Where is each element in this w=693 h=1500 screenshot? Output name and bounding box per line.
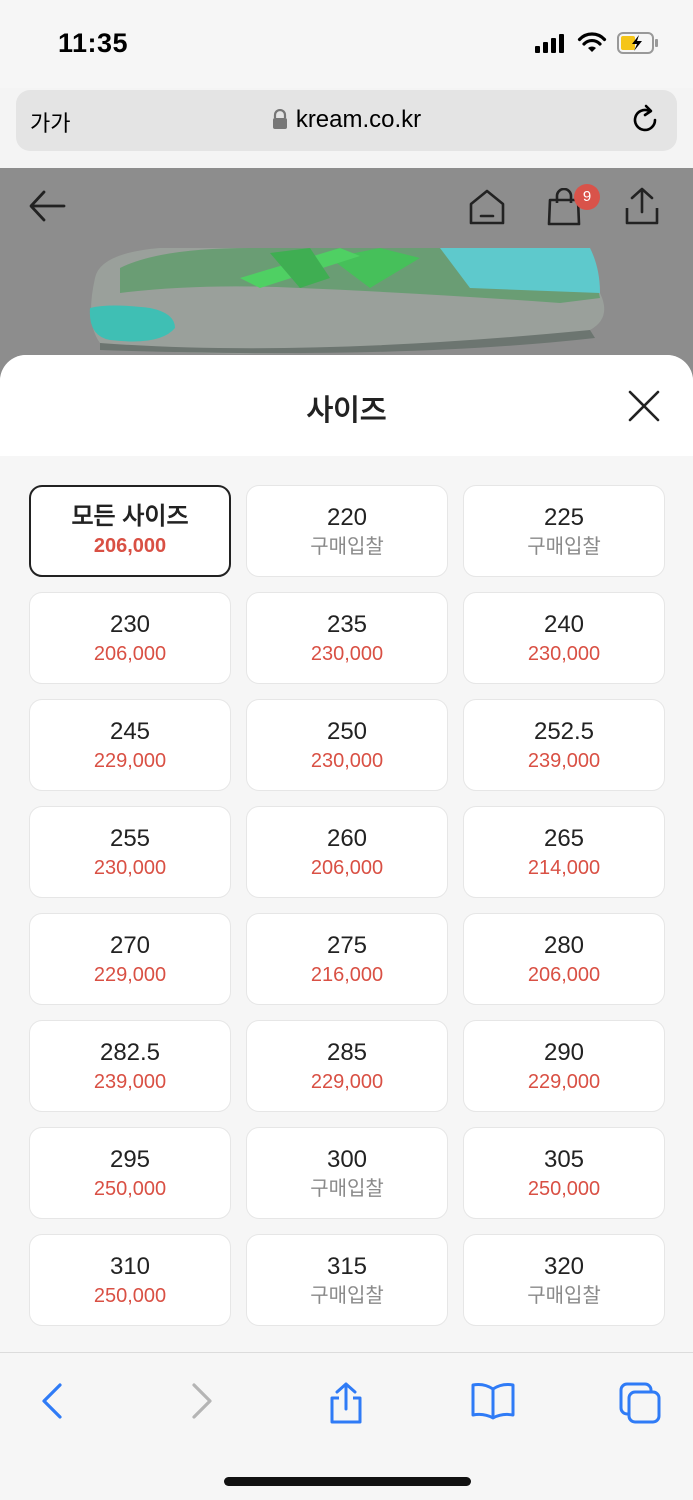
- size-price: 214,000: [527, 857, 601, 879]
- size-option[interactable]: 235 230,000: [246, 592, 448, 684]
- size-label: 280: [543, 932, 585, 959]
- size-grid: 모든 사이즈 206,000 220 구매입찰 225 구매입찰 230 206,000 235…: [29, 485, 665, 1326]
- browser-forward-icon[interactable]: [188, 1381, 216, 1421]
- size-label: 245: [109, 718, 151, 745]
- size-option[interactable]: 245 229,000: [29, 699, 231, 791]
- size-label: 285: [326, 1039, 368, 1066]
- size-option[interactable]: 305 250,000: [463, 1127, 665, 1219]
- size-price: 216,000: [310, 964, 384, 986]
- size-label: 230: [109, 611, 151, 638]
- home-indicator: [224, 1477, 471, 1486]
- size-label: 252.5: [533, 718, 595, 745]
- size-option[interactable]: 300 구매입찰: [246, 1127, 448, 1219]
- size-price: 229,000: [527, 1071, 601, 1093]
- size-label: 315: [326, 1253, 368, 1280]
- size-price: 206,000: [310, 857, 384, 879]
- size-price: 250,000: [93, 1285, 167, 1307]
- size-option[interactable]: 225 구매입찰: [463, 485, 665, 577]
- size-label: 290: [543, 1039, 585, 1066]
- size-label: 225: [543, 504, 585, 531]
- size-price: 230,000: [310, 643, 384, 665]
- bid-label: 구매입찰: [310, 536, 384, 558]
- size-label: 300: [326, 1146, 368, 1173]
- close-icon[interactable]: [627, 389, 661, 423]
- size-label: 275: [326, 932, 368, 959]
- size-price: 230,000: [310, 750, 384, 772]
- size-label: 265: [543, 825, 585, 852]
- size-option[interactable]: 290 229,000: [463, 1020, 665, 1112]
- size-price: 250,000: [93, 1178, 167, 1200]
- size-price: 229,000: [93, 964, 167, 986]
- size-price: 229,000: [93, 750, 167, 772]
- reload-icon[interactable]: [629, 104, 661, 136]
- size-option[interactable]: 285 229,000: [246, 1020, 448, 1112]
- url-bar[interactable]: 가가 kream.co.kr: [16, 90, 677, 151]
- status-icons: [535, 32, 659, 54]
- size-label: 320: [543, 1253, 585, 1280]
- size-option[interactable]: 310 250,000: [29, 1234, 231, 1326]
- sheet-header: 사이즈: [0, 355, 693, 456]
- home-icon[interactable]: [468, 188, 506, 226]
- size-price: 229,000: [310, 1071, 384, 1093]
- tabs-icon[interactable]: [618, 1381, 662, 1425]
- size-price: 239,000: [527, 750, 601, 772]
- size-label: 270: [109, 932, 151, 959]
- bid-label: 구매입찰: [527, 1285, 601, 1307]
- size-price: 230,000: [93, 857, 167, 879]
- size-option[interactable]: 260 206,000: [246, 806, 448, 898]
- lock-icon: [272, 109, 287, 129]
- size-price: 250,000: [527, 1178, 601, 1200]
- size-option[interactable]: 240 230,000: [463, 592, 665, 684]
- cart-count-badge: 9: [574, 184, 600, 210]
- size-label: 295: [109, 1146, 151, 1173]
- size-option[interactable]: 220 구매입찰: [246, 485, 448, 577]
- size-label: 282.5: [99, 1039, 161, 1066]
- url-display[interactable]: kream.co.kr: [16, 106, 677, 134]
- browser-back-icon[interactable]: [38, 1381, 66, 1421]
- size-label: 220: [326, 504, 368, 531]
- size-option[interactable]: 320 구매입찰: [463, 1234, 665, 1326]
- browser-share-icon[interactable]: [328, 1381, 364, 1425]
- size-price: 230,000: [527, 643, 601, 665]
- size-option[interactable]: 280 206,000: [463, 913, 665, 1005]
- back-arrow-icon[interactable]: [28, 186, 66, 226]
- product-image: [89, 248, 605, 354]
- size-option[interactable]: 295 250,000: [29, 1127, 231, 1219]
- share-icon[interactable]: [624, 186, 660, 226]
- size-option[interactable]: 275 216,000: [246, 913, 448, 1005]
- size-label: 250: [326, 718, 368, 745]
- size-label: 235: [326, 611, 368, 638]
- size-label: 모든 사이즈: [71, 503, 189, 530]
- status-bar: 11:35: [0, 0, 693, 88]
- size-label: 305: [543, 1146, 585, 1173]
- bid-label: 구매입찰: [310, 1285, 384, 1307]
- size-option[interactable]: 255 230,000: [29, 806, 231, 898]
- size-label: 255: [109, 825, 151, 852]
- size-label: 240: [543, 611, 585, 638]
- size-option[interactable]: 250 230,000: [246, 699, 448, 791]
- size-option[interactable]: 265 214,000: [463, 806, 665, 898]
- size-label: 260: [326, 825, 368, 852]
- signal-icon: [535, 34, 564, 53]
- status-time: 11:35: [58, 28, 129, 58]
- sheet-title: 사이즈: [306, 395, 387, 427]
- url-text: kream.co.kr: [295, 106, 422, 133]
- size-price: 206,000: [93, 643, 167, 665]
- size-option[interactable]: 270 229,000: [29, 913, 231, 1005]
- size-option[interactable]: 252.5 239,000: [463, 699, 665, 791]
- size-option[interactable]: 315 구매입찰: [246, 1234, 448, 1326]
- bookmarks-icon[interactable]: [470, 1381, 516, 1421]
- size-bottom-sheet: 사이즈 모든 사이즈 206,000 220 구매입찰 225 구매입찰 230 206,00…: [0, 355, 693, 1355]
- battery-icon: [617, 32, 658, 54]
- size-price: 206,000: [527, 964, 601, 986]
- size-price: 239,000: [93, 1071, 167, 1093]
- size-price: 206,000: [93, 535, 167, 557]
- size-label: 310: [109, 1253, 151, 1280]
- bid-label: 구매입찰: [527, 536, 601, 558]
- size-option[interactable]: 282.5 239,000: [29, 1020, 231, 1112]
- bid-label: 구매입찰: [310, 1178, 384, 1200]
- size-option-all[interactable]: 모든 사이즈 206,000: [29, 485, 231, 577]
- wifi-icon: [577, 32, 607, 52]
- size-option[interactable]: 230 206,000: [29, 592, 231, 684]
